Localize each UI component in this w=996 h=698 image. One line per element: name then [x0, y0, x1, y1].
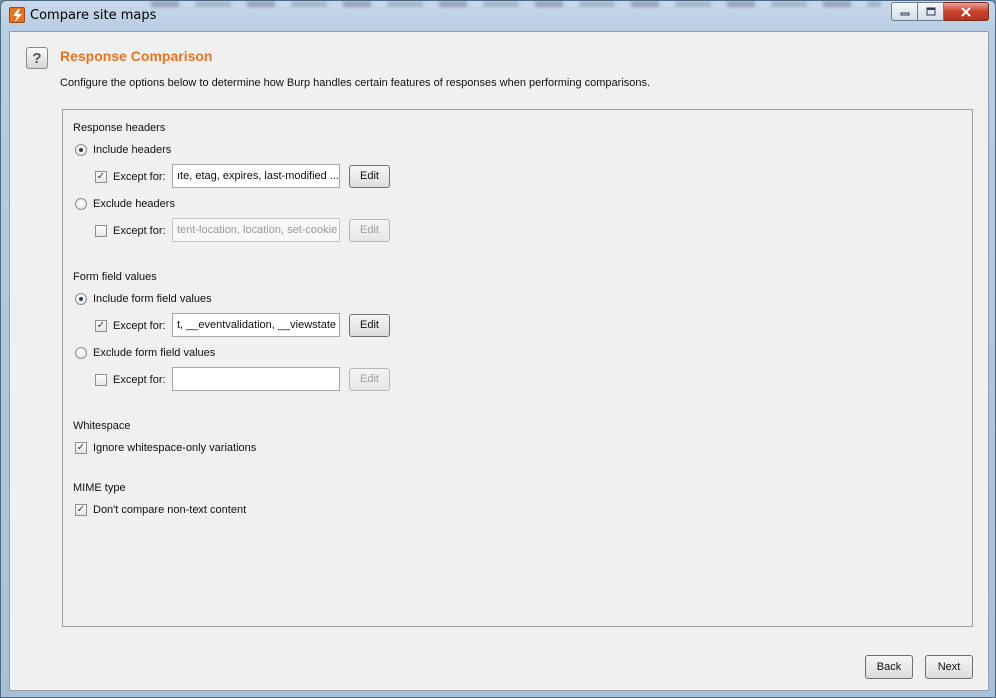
include-headers-label: Include headers: [93, 144, 172, 156]
exclude-form-fields-radio[interactable]: Exclude form field values: [75, 345, 215, 361]
include-form-fields-except-label: Except for:: [113, 320, 166, 332]
response-headers-label: Response headers: [73, 122, 166, 134]
title-bar[interactable]: Compare site maps: [1, 1, 995, 30]
include-form-fields-except-check[interactable]: ✓: [95, 320, 107, 332]
exclude-form-fields-label: Exclude form field values: [93, 347, 216, 359]
exclude-headers-except-label: Except for:: [113, 225, 166, 237]
options-panel: Response headers Include headers ✓ Excep…: [62, 109, 973, 627]
maximize-icon: [926, 7, 935, 16]
title-bar-decoration: [151, 1, 881, 7]
window-title: Compare site maps: [30, 8, 157, 23]
form-field-values-label: Form field values: [73, 271, 157, 283]
close-button[interactable]: [944, 2, 989, 21]
exclude-headers-radio[interactable]: Exclude headers: [75, 196, 175, 212]
include-form-fields-label: Include form field values: [93, 293, 212, 305]
close-icon: [961, 6, 971, 17]
include-headers-except-checkbox[interactable]: ✓ Except for:: [95, 169, 166, 185]
exclude-headers-label: Exclude headers: [93, 198, 175, 210]
exclude-headers-radio-indicator[interactable]: [75, 198, 87, 210]
minimize-icon: [900, 12, 909, 15]
burp-app-icon: [9, 7, 25, 23]
include-form-fields-except-checkbox[interactable]: ✓ Except for:: [95, 318, 166, 334]
exclude-form-fields-except-label: Except for:: [113, 374, 166, 386]
maximize-button[interactable]: [918, 2, 944, 21]
include-headers-except-field[interactable]: ıte, etag, expires, last-modified ...: [172, 164, 340, 188]
page-description: Configure the options below to determine…: [60, 77, 651, 89]
include-headers-radio-indicator[interactable]: [75, 144, 87, 156]
include-form-fields-edit-button[interactable]: Edit: [349, 314, 390, 337]
include-headers-except-check[interactable]: ✓: [95, 171, 107, 183]
exclude-headers-edit-button[interactable]: Edit: [349, 219, 390, 242]
exclude-form-fields-except-checkbox[interactable]: Except for:: [95, 372, 166, 388]
include-headers-radio[interactable]: Include headers: [75, 142, 171, 158]
ignore-whitespace-checkbox[interactable]: ✓ Ignore whitespace-only variations: [75, 440, 256, 456]
ignore-whitespace-label: Ignore whitespace-only variations: [93, 442, 257, 454]
non-text-content-check[interactable]: ✓: [75, 504, 87, 516]
back-button[interactable]: Back: [865, 655, 913, 679]
exclude-form-fields-radio-indicator[interactable]: [75, 347, 87, 359]
exclude-form-fields-edit-button[interactable]: Edit: [349, 368, 390, 391]
minimize-button[interactable]: [891, 2, 918, 21]
include-headers-except-label: Except for:: [113, 171, 166, 183]
exclude-form-fields-except-field[interactable]: [172, 367, 340, 391]
dialog-window: Compare site maps ? Response Comparison …: [0, 0, 996, 698]
exclude-headers-except-check[interactable]: [95, 225, 107, 237]
include-headers-edit-button[interactable]: Edit: [349, 165, 390, 188]
non-text-content-label: Don't compare non-text content: [93, 504, 247, 516]
ignore-whitespace-check[interactable]: ✓: [75, 442, 87, 454]
help-icon[interactable]: ?: [26, 47, 48, 69]
next-button[interactable]: Next: [925, 655, 973, 679]
whitespace-label: Whitespace: [73, 420, 131, 432]
exclude-headers-except-checkbox[interactable]: Except for:: [95, 223, 166, 239]
include-form-fields-radio-indicator[interactable]: [75, 293, 87, 305]
exclude-form-fields-except-check[interactable]: [95, 374, 107, 386]
include-form-fields-radio[interactable]: Include form field values: [75, 291, 212, 307]
page-title: Response Comparison: [60, 48, 213, 64]
dialog-content: ? Response Comparison Configure the opti…: [9, 31, 989, 691]
non-text-content-checkbox[interactable]: ✓ Don't compare non-text content: [75, 502, 246, 518]
mime-type-label: MIME type: [73, 482, 126, 494]
window-controls: [891, 2, 989, 21]
include-form-fields-except-field[interactable]: t, __eventvalidation, __viewstate: [172, 313, 340, 337]
exclude-headers-except-field[interactable]: tent-location, location, set-cookie: [172, 218, 340, 242]
